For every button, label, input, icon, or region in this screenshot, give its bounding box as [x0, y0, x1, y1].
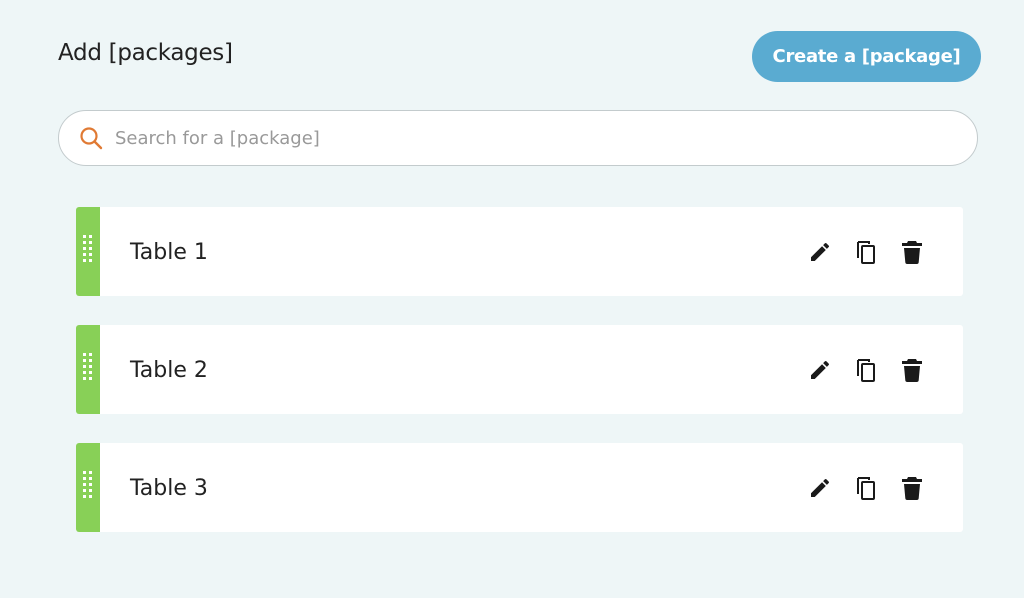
create-package-button[interactable]: Create a [package]: [752, 31, 981, 82]
delete-button[interactable]: [897, 237, 927, 267]
search-icon: [77, 124, 105, 152]
drag-handle-icon: [82, 352, 94, 388]
list-item: Table 3: [76, 443, 963, 532]
trash-icon: [902, 358, 922, 382]
pencil-icon: [811, 242, 830, 261]
drag-handle-icon: [82, 470, 94, 506]
delete-button[interactable]: [897, 355, 927, 385]
list-item-label: Table 1: [130, 240, 208, 265]
copy-icon: [857, 240, 875, 264]
edit-button[interactable]: [805, 473, 835, 503]
drag-handle-icon: [82, 234, 94, 270]
add-packages-page: Add [packages] Create a [package] Search…: [0, 0, 1024, 598]
trash-icon: [902, 476, 922, 500]
duplicate-button[interactable]: [851, 355, 881, 385]
list-item-label: Table 2: [130, 358, 208, 383]
edit-button[interactable]: [805, 237, 835, 267]
drag-handle[interactable]: [76, 325, 100, 414]
copy-icon: [857, 476, 875, 500]
duplicate-button[interactable]: [851, 237, 881, 267]
drag-handle[interactable]: [76, 443, 100, 532]
delete-button[interactable]: [897, 473, 927, 503]
list-item: Table 1: [76, 207, 963, 296]
pencil-icon: [811, 478, 830, 497]
page-title: Add [packages]: [58, 40, 233, 66]
search-input[interactable]: [113, 126, 937, 150]
copy-icon: [857, 358, 875, 382]
pencil-icon: [811, 360, 830, 379]
list-item-label: Table 3: [130, 476, 208, 501]
duplicate-button[interactable]: [851, 473, 881, 503]
drag-handle[interactable]: [76, 207, 100, 296]
trash-icon: [902, 240, 922, 264]
search-bar[interactable]: [58, 110, 978, 166]
list-item: Table 2: [76, 325, 963, 414]
edit-button[interactable]: [805, 355, 835, 385]
